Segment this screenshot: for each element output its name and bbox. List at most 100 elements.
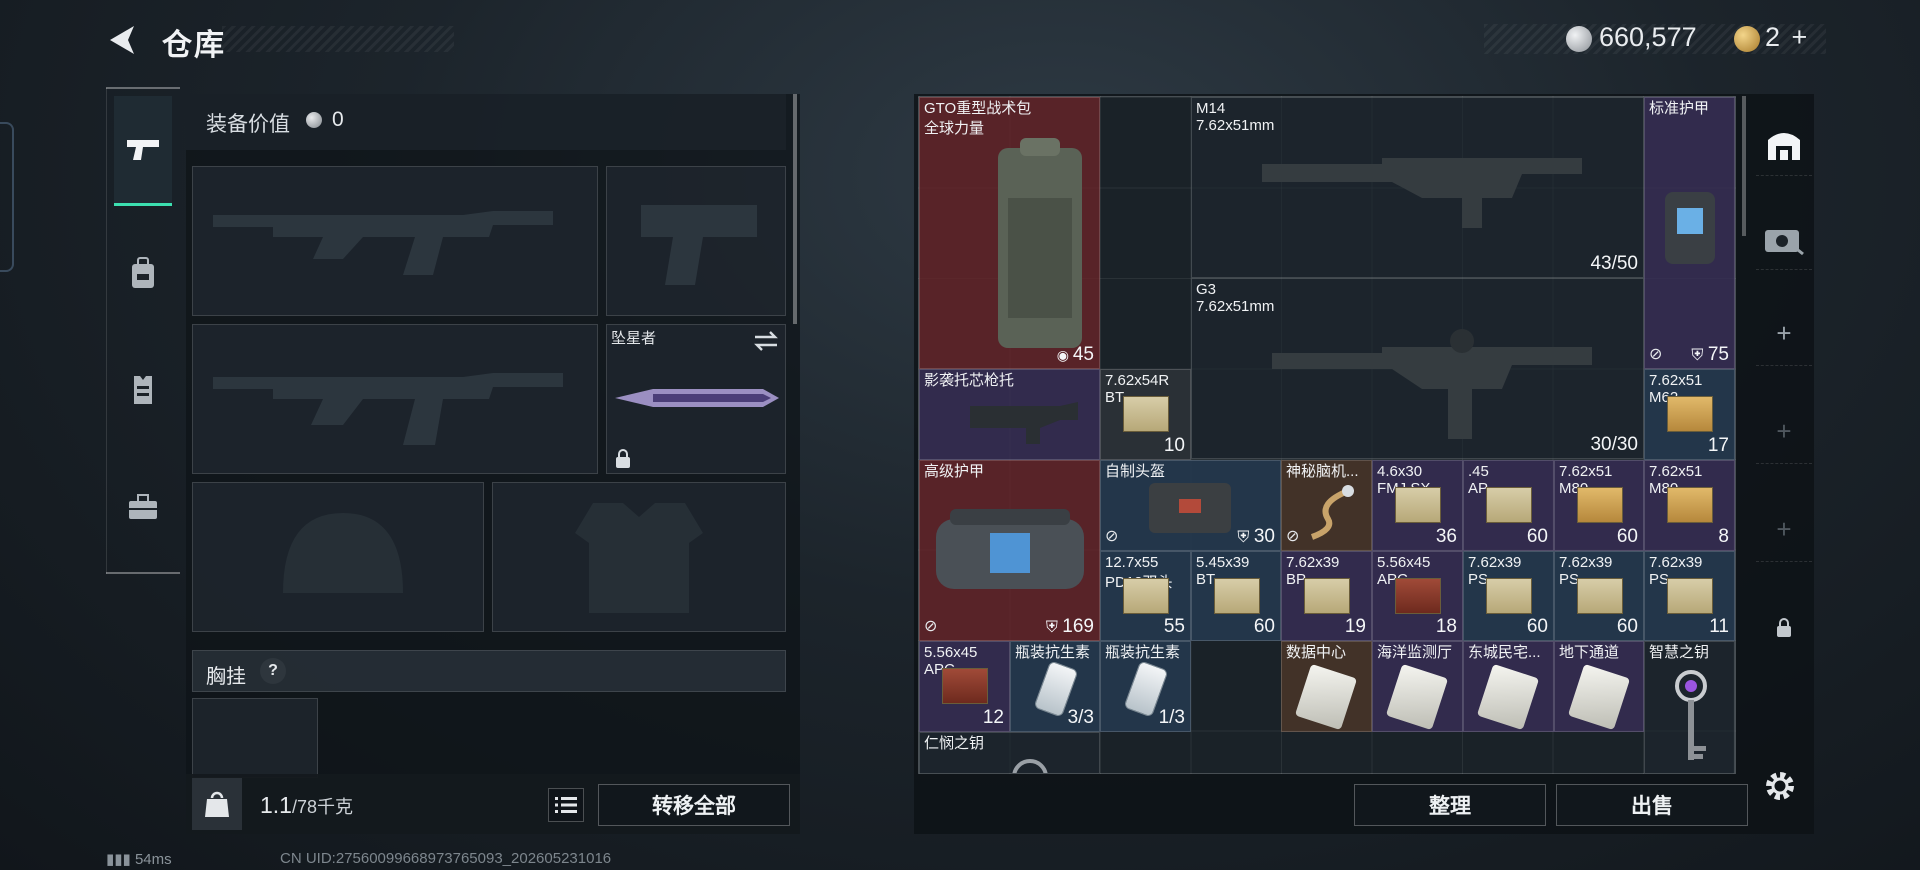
carry-weight: 1.1/78千克 xyxy=(260,792,353,819)
armor-shield-icon: ⛨ xyxy=(1237,529,1254,546)
stash-item-standard-armor[interactable]: 标准护甲 ⊘ ⛨ 75 xyxy=(1644,97,1735,369)
stash-item-ammo[interactable]: 7.62x39 PS 60 xyxy=(1463,551,1554,641)
list-view-button[interactable] xyxy=(548,788,584,822)
armor-shield-icon: ⛨ xyxy=(1691,347,1708,364)
equipment-value: 0 xyxy=(332,108,344,131)
stash-item-ammo[interactable]: 7.62x39 PS 60 xyxy=(1554,551,1644,641)
loadout-scrollbar[interactable] xyxy=(793,94,797,324)
back-arrow-icon[interactable] xyxy=(104,22,144,58)
item-name: 7.62x39 xyxy=(1649,554,1703,571)
helmet-slot[interactable] xyxy=(192,482,484,632)
tab-vest[interactable] xyxy=(114,360,172,418)
stash-item-antibiotics[interactable]: 瓶装抗生素 1/3 xyxy=(1100,641,1191,732)
item-name: 7.62x51 xyxy=(1649,372,1703,389)
no-repair-icon: ⊘ xyxy=(1105,528,1119,545)
add-stash-page-button[interactable]: + xyxy=(1756,400,1812,464)
item-name: 海洋监测厅 xyxy=(1377,644,1453,661)
item-name: 瓶装抗生素 xyxy=(1015,644,1091,661)
tab-case[interactable] xyxy=(114,478,172,536)
item-capacity: ◉ 45 xyxy=(1056,344,1094,365)
ammo-box-image xyxy=(1486,487,1532,523)
primary-weapon-slot[interactable] xyxy=(192,166,598,316)
weight-max: /78千克 xyxy=(291,797,354,817)
stash-item-ammo[interactable]: 7.62x51 M62 17 xyxy=(1644,369,1735,460)
tab-stash-main[interactable] xyxy=(1756,112,1812,176)
ammo-box-image xyxy=(1486,578,1532,614)
pistol-icon xyxy=(127,139,159,160)
bond-amount[interactable]: 2 + xyxy=(1765,22,1807,53)
item-subname: PS xyxy=(1649,571,1670,588)
stash-item-ammo[interactable]: 7.62x54R BT 10 xyxy=(1100,369,1191,460)
item-durability: ⛨ 169 xyxy=(1045,616,1094,637)
swap-icon[interactable] xyxy=(753,331,779,351)
sort-button[interactable]: 整理 xyxy=(1354,784,1546,826)
locked-stash-page[interactable] xyxy=(1756,596,1812,660)
pistol-slot[interactable] xyxy=(606,166,786,316)
stash-item-backpack[interactable]: GTO重型战术包 全球力量 ◉ 45 xyxy=(919,97,1100,369)
stash-item-keycard[interactable]: 海洋监测厅 xyxy=(1372,641,1463,732)
stash-item-m14[interactable]: M14 7.62x51mm 43/50 xyxy=(1191,97,1644,278)
melee-name: 坠星者 xyxy=(611,330,657,347)
item-name: 仁悯之钥 xyxy=(924,735,985,752)
stash-item-g3[interactable]: G3 7.62x51mm 30/30 xyxy=(1191,278,1644,459)
plus-icon: + xyxy=(1776,416,1792,446)
tab-backpack[interactable] xyxy=(114,244,172,302)
no-repair-icon: ⊘ xyxy=(924,618,938,635)
tab-weapons[interactable] xyxy=(114,96,172,206)
stash-item-keycard[interactable]: 地下通道 xyxy=(1554,641,1644,732)
stash-item-ammo[interactable]: 5.56x45 APC 12 xyxy=(919,641,1010,732)
stash-item-ammo[interactable]: 5.45x39 BT 60 xyxy=(1191,551,1281,641)
stash-item-ammo[interactable]: 7.62x51 M80 60 xyxy=(1554,460,1644,551)
stash-item-keycard[interactable]: 数据中心 xyxy=(1281,641,1372,732)
stash-item-ammo[interactable]: 7.62x51 M80 8 xyxy=(1644,460,1735,551)
stash-scrollbar[interactable] xyxy=(1742,96,1746,236)
stash-item-brain-chip[interactable]: 神秘脑机... ⊘ xyxy=(1281,460,1372,551)
item-name: 7.62x39 xyxy=(1559,554,1613,571)
add-stash-page-button[interactable]: + xyxy=(1756,498,1812,562)
ammo-box-image xyxy=(1667,578,1713,614)
chest-rig-slot[interactable] xyxy=(192,698,318,778)
stash-item-antibiotics[interactable]: 瓶装抗生素 3/3 xyxy=(1010,641,1100,732)
transfer-all-button[interactable]: 转移全部 xyxy=(598,784,790,826)
stash-item-ammo[interactable]: 7.62x39 BP 19 xyxy=(1281,551,1372,641)
armor-shield-icon: ⛨ xyxy=(1045,619,1063,636)
item-count: 36 xyxy=(1435,526,1457,547)
title-decoration xyxy=(222,26,454,52)
backpack-icon xyxy=(132,257,154,288)
item-count: 55 xyxy=(1163,616,1185,637)
stash-item-helmet[interactable]: 自制头盔 ⊘ ⛨ 30 xyxy=(1100,460,1281,551)
add-bond-button[interactable]: + xyxy=(1792,22,1808,52)
lock-icon xyxy=(1777,618,1791,637)
stash-item-stock[interactable]: 影袭托芯枪托 xyxy=(919,369,1100,460)
stash-item-ammo[interactable]: 4.6x30 FMJ SX 36 xyxy=(1372,460,1463,551)
melee-slot[interactable]: 坠星者 xyxy=(606,324,786,474)
item-count: 60 xyxy=(1253,616,1275,637)
weight-current: 1.1 xyxy=(260,792,292,818)
sell-button[interactable]: 出售 xyxy=(1556,784,1748,826)
player-uid: CN UID:27560099668973765093_202605231016 xyxy=(280,850,612,867)
side-drawer-handle[interactable] xyxy=(0,122,14,272)
tab-stash-case[interactable] xyxy=(1756,206,1812,270)
helmet-silhouette-icon xyxy=(283,513,403,593)
silver-coin-icon xyxy=(1566,26,1592,52)
bond-count: 2 xyxy=(1765,22,1781,52)
stash-item-ammo[interactable]: 7.62x39 PS 11 xyxy=(1644,551,1735,641)
stash-item-advanced-armor[interactable]: 高级护甲 ⊘ ⛨ 169 xyxy=(919,460,1100,641)
battery-icon: ▮▮▮ xyxy=(106,851,135,868)
secondary-weapon-slot[interactable] xyxy=(192,324,598,474)
no-repair-icon: ⊘ xyxy=(1649,346,1663,363)
stash-item-ammo[interactable]: 12.7x55 PD12双头 55 xyxy=(1100,551,1191,641)
stash-item-key[interactable]: 仁悯之钥 xyxy=(919,732,1100,773)
armor-slot[interactable] xyxy=(492,482,786,632)
item-name: 7.62x51 xyxy=(1649,463,1703,480)
gear-icon[interactable] xyxy=(1762,768,1798,804)
stash-grid[interactable]: GTO重型战术包 全球力量 ◉ 45 M14 7.62x51mm 43/50 标… xyxy=(918,96,1736,774)
stash-item-key[interactable]: 智慧之钥 xyxy=(1644,641,1735,773)
item-subname: AP xyxy=(1468,480,1489,497)
add-stash-page-button[interactable]: + xyxy=(1756,302,1812,366)
help-icon[interactable]: ? xyxy=(260,658,286,684)
stash-item-ammo[interactable]: .45 AP 60 xyxy=(1463,460,1554,551)
stash-item-ammo[interactable]: 5.56x45 APC 18 xyxy=(1372,551,1463,641)
item-name: 5.45x39 xyxy=(1196,554,1250,571)
stash-item-keycard[interactable]: 东城民宅... xyxy=(1463,641,1554,732)
